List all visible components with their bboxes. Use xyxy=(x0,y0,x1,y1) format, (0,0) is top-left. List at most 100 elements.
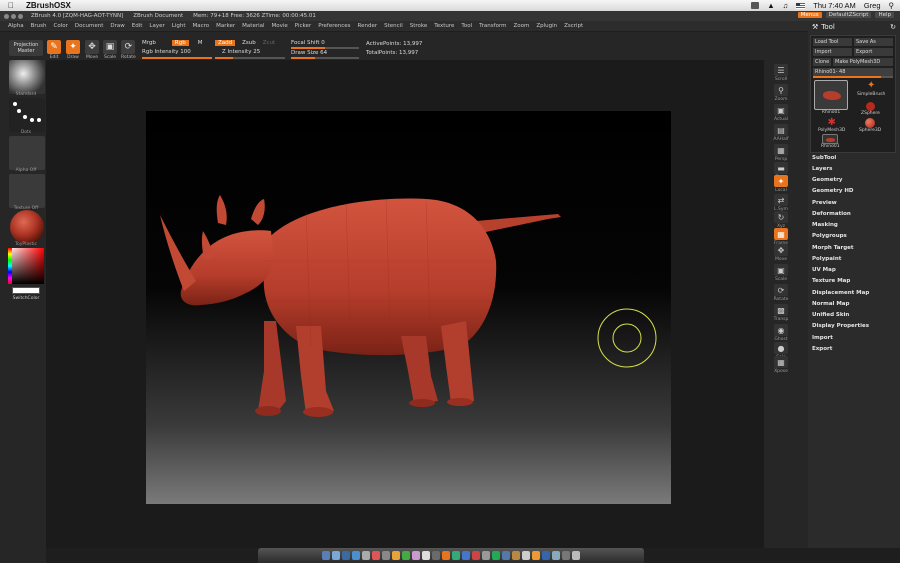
move-view-button[interactable]: ✥ Move xyxy=(772,244,790,262)
subtool-section[interactable]: SubTool xyxy=(812,155,836,161)
move-mode-button[interactable]: ✥ Move xyxy=(85,40,99,60)
alpha-thumb[interactable] xyxy=(9,136,45,170)
menu-color[interactable]: Color xyxy=(54,23,68,29)
app-icon-3[interactable] xyxy=(472,551,480,560)
app-icon-8[interactable] xyxy=(522,551,530,560)
display-properties-section[interactable]: Display Properties xyxy=(812,323,869,329)
palette-refresh-icon[interactable]: ↻ xyxy=(890,23,896,31)
menu-edit[interactable]: Edit xyxy=(132,23,143,29)
app-icon-1[interactable] xyxy=(452,551,460,560)
rotate-mode-button[interactable]: ⟳ Rotate xyxy=(121,40,136,60)
wifi-icon[interactable]: ▲ xyxy=(767,1,774,10)
apple-icon[interactable]:  xyxy=(0,1,22,10)
menu-draw[interactable]: Draw xyxy=(110,23,124,29)
zcut-button[interactable]: Zcut xyxy=(263,40,275,46)
menu-zscript[interactable]: Zscript xyxy=(564,23,583,29)
normal-map-section[interactable]: Normal Map xyxy=(812,301,849,307)
tool-palette-header[interactable]: ⚒ Tool ↻ xyxy=(808,21,900,33)
tool-thumb-rhino[interactable]: Rhino01 xyxy=(814,80,848,115)
finder-icon[interactable] xyxy=(322,551,330,560)
transp-button[interactable]: ▩ Transp xyxy=(772,304,790,322)
tool-thumb-rhino-small[interactable]: Rhino01 xyxy=(821,134,840,149)
flag-icon[interactable] xyxy=(796,2,806,9)
unified-skin-section[interactable]: Unified Skin xyxy=(812,312,849,318)
stroke-dots-thumb[interactable] xyxy=(9,98,45,132)
deformation-section[interactable]: Deformation xyxy=(812,211,851,217)
menu-macro[interactable]: Macro xyxy=(193,23,210,29)
load-tool-button[interactable]: Load Tool xyxy=(813,38,852,46)
draw-size-slider[interactable]: Draw Size 64 xyxy=(291,50,327,56)
color-gradient[interactable] xyxy=(8,248,44,284)
scroll-button[interactable]: ☰ Scroll xyxy=(772,64,790,82)
export-section[interactable]: Export xyxy=(812,346,832,352)
documents-stack-icon[interactable] xyxy=(562,551,570,560)
menu-light[interactable]: Light xyxy=(172,23,186,29)
trash-icon[interactable] xyxy=(572,551,580,560)
preview-section[interactable]: Preview xyxy=(812,200,837,206)
help-button[interactable]: Help xyxy=(875,12,894,18)
focal-shift-slider[interactable]: Focal Shift 0 xyxy=(291,40,325,46)
menu-render[interactable]: Render xyxy=(358,23,378,29)
tool-thumb-simplebrush[interactable]: ✦ SimpleBrush xyxy=(857,80,885,97)
clone-button[interactable]: Clone xyxy=(813,58,831,66)
displacement-map-section[interactable]: Displacement Map xyxy=(812,290,869,296)
downloads-stack-icon[interactable] xyxy=(552,551,560,560)
app-icon-6[interactable] xyxy=(502,551,510,560)
persp-button[interactable]: ▦ Persp xyxy=(772,144,790,162)
masking-section[interactable]: Masking xyxy=(812,222,838,228)
system-icon[interactable] xyxy=(362,551,370,560)
menu-transform[interactable]: Transform xyxy=(479,23,506,29)
menu-stroke[interactable]: Stroke xyxy=(410,23,428,29)
spotlight-icon[interactable]: ⚲ xyxy=(889,1,895,10)
draw-mode-button[interactable]: ✦ Draw xyxy=(66,40,80,60)
current-tool-bar[interactable] xyxy=(813,76,893,78)
app-icon-2[interactable] xyxy=(462,551,470,560)
app-name[interactable]: ZBrushOSX xyxy=(26,1,71,10)
mrgb-button[interactable]: Mrgb xyxy=(142,40,156,46)
color-picker[interactable] xyxy=(8,248,44,284)
z-intensity-slider[interactable]: Z Intensity 25 xyxy=(222,49,260,55)
export-tool-button[interactable]: Export xyxy=(854,48,893,56)
local-button[interactable]: ✦ Local xyxy=(772,175,790,193)
tool-thumb-polymesh[interactable]: ✱ PolyMesh3D xyxy=(818,118,845,134)
calendar-icon[interactable] xyxy=(372,551,380,560)
switch-color-button[interactable]: SwitchColor xyxy=(4,296,48,301)
scale-mode-button[interactable]: ▣ Scale xyxy=(103,40,117,60)
clock[interactable]: Thu 7:40 AM xyxy=(813,1,856,10)
menu-zoom[interactable]: Zoom xyxy=(513,23,529,29)
m-button[interactable]: M xyxy=(198,40,203,46)
zbrush-canvas[interactable] xyxy=(146,111,671,504)
morph-target-section[interactable]: Morph Target xyxy=(812,245,854,251)
app-icon-7[interactable] xyxy=(512,551,520,560)
app-icon-10[interactable] xyxy=(542,551,550,560)
rgb-button[interactable]: Rgb xyxy=(171,40,189,46)
app-icon-4[interactable] xyxy=(482,551,490,560)
mail-icon[interactable] xyxy=(342,551,350,560)
menu-movie[interactable]: Movie xyxy=(272,23,288,29)
draw-size-bar[interactable] xyxy=(291,57,359,59)
menu-layer[interactable]: Layer xyxy=(149,23,164,29)
xpose-button[interactable]: ▦ Xpose xyxy=(772,356,790,374)
safari-icon[interactable] xyxy=(352,551,360,560)
menus-button[interactable]: Menus xyxy=(797,12,822,18)
rgb-intensity-bar[interactable] xyxy=(142,57,212,59)
texture-map-section[interactable]: Texture Map xyxy=(812,278,850,284)
zoom-button[interactable]: ⚲ Zoom xyxy=(772,84,790,102)
zadd-button[interactable]: Zadd xyxy=(215,40,236,46)
messages-icon[interactable] xyxy=(402,551,410,560)
status-icon[interactable] xyxy=(751,2,760,9)
menu-marker[interactable]: Marker xyxy=(216,23,235,29)
texture-thumb[interactable] xyxy=(9,174,45,208)
material-thumb[interactable] xyxy=(10,210,44,244)
ghost-button[interactable]: ◉ Ghost xyxy=(772,324,790,342)
scale-view-button[interactable]: ▣ Scale xyxy=(772,264,790,282)
hue-strip[interactable] xyxy=(8,248,12,284)
tool-thumb-sphere3d[interactable]: Sphere3D xyxy=(859,118,881,133)
app-icon-9[interactable] xyxy=(532,551,540,560)
tool-thumb-zsphere[interactable]: ZSphere xyxy=(861,102,880,116)
menu-alpha[interactable]: Alpha xyxy=(8,23,24,29)
import-tool-button[interactable]: Import xyxy=(813,48,852,56)
lsym-button[interactable]: ⇄ L.Sym xyxy=(772,194,790,212)
volume-icon[interactable]: ♫ xyxy=(783,1,789,10)
import-section[interactable]: Import xyxy=(812,335,833,341)
